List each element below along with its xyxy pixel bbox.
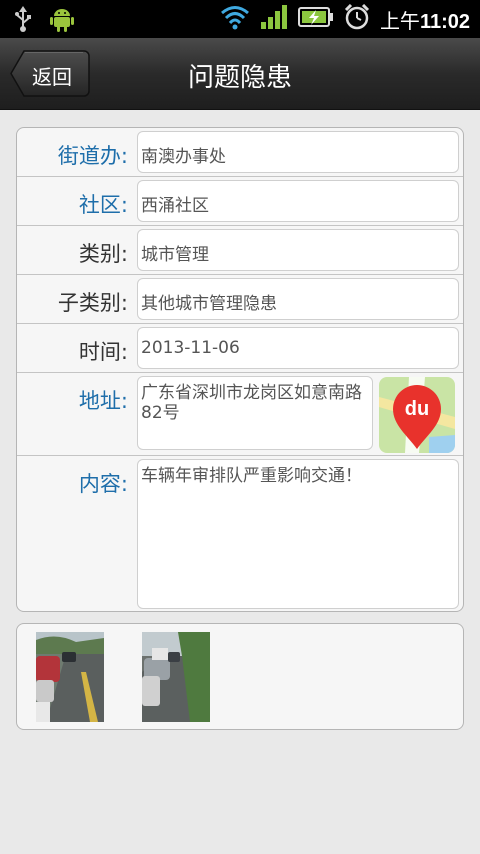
- street-office-field[interactable]: 南澳办事处: [137, 131, 459, 173]
- baidu-map-icon[interactable]: du: [379, 377, 455, 453]
- content-field[interactable]: 车辆年审排队严重影响交通！: [137, 459, 459, 609]
- form-row-category: 类别: 城市管理: [17, 226, 463, 275]
- photo-thumbnail-1[interactable]: [36, 632, 104, 722]
- community-label: 社区:: [78, 193, 128, 217]
- form-row-content: 内容: 车辆年审排队严重影响交通！: [17, 456, 463, 611]
- title-bar: 返回 问题隐患: [0, 38, 480, 110]
- form-row-street-office: 街道办: 南澳办事处: [17, 128, 463, 177]
- status-bar: 上午11:02: [0, 0, 480, 38]
- usb-icon: [14, 6, 32, 36]
- time-field[interactable]: 2013-11-06: [137, 327, 459, 369]
- subcategory-label: 子类别:: [57, 291, 128, 315]
- baidu-map-icon-text: du: [405, 398, 429, 420]
- wifi-icon: [220, 4, 250, 34]
- photo-thumbnail-2[interactable]: [142, 632, 210, 722]
- signal-icon: [260, 4, 288, 34]
- issue-form: 街道办: 南澳办事处 社区: 西涌社区 类别: 城市管理 子类别: 其他城市管理…: [16, 127, 464, 612]
- android-debug-icon: [50, 6, 74, 36]
- subcategory-field[interactable]: 其他城市管理隐患: [137, 278, 459, 320]
- community-field[interactable]: 西涌社区: [137, 180, 459, 222]
- form-row-address: 地址: 广东省深圳市龙岗区如意南路82号 du: [17, 373, 463, 456]
- address-label: 地址:: [78, 389, 128, 413]
- content-label: 内容:: [78, 472, 128, 496]
- category-label: 类别:: [78, 242, 128, 266]
- battery-charging-icon: [297, 6, 334, 32]
- form-row-subcategory: 子类别: 其他城市管理隐患: [17, 275, 463, 324]
- status-time: 上午11:02: [379, 10, 470, 33]
- address-field[interactable]: 广东省深圳市龙岗区如意南路82号: [137, 376, 373, 450]
- alarm-clock-icon: [344, 3, 370, 34]
- time-label: 时间:: [78, 340, 128, 364]
- page-title: 问题隐患: [187, 63, 292, 93]
- form-row-community: 社区: 西涌社区: [17, 177, 463, 226]
- form-row-time: 时间: 2013-11-06: [17, 324, 463, 373]
- category-field[interactable]: 城市管理: [137, 229, 459, 271]
- street-office-label: 街道办:: [57, 144, 128, 168]
- photo-attachments: [16, 623, 464, 730]
